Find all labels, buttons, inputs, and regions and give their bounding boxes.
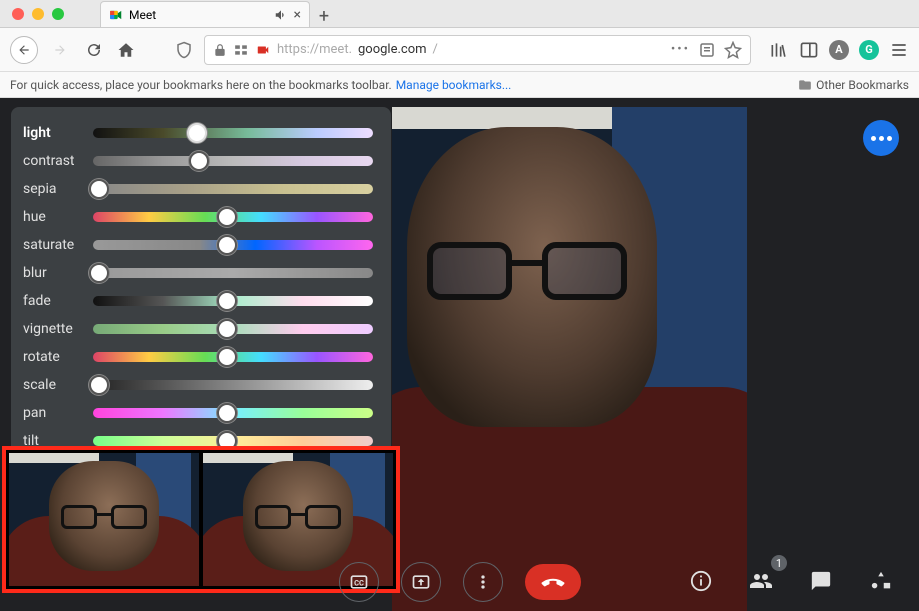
meeting-details-button[interactable]: [681, 561, 721, 601]
reader-mode-icon[interactable]: [698, 41, 716, 59]
url-bar[interactable]: https://meet. google.com / •••: [204, 35, 751, 65]
sidebar-icon[interactable]: [799, 40, 819, 60]
tab-strip: Meet × +: [0, 0, 919, 28]
lock-icon: [213, 43, 227, 57]
slider-track-fade[interactable]: [93, 296, 373, 306]
slider-track-sepia[interactable]: [93, 184, 373, 194]
slider-track-light[interactable]: [93, 128, 373, 138]
tab-title: Meet: [129, 8, 156, 22]
slider-row-saturate: saturate: [23, 231, 373, 259]
slider-track-blur[interactable]: [93, 268, 373, 278]
slider-label: scale: [23, 377, 93, 393]
slider-row-pan: pan: [23, 399, 373, 427]
slider-label: contrast: [23, 153, 93, 169]
activities-button[interactable]: [861, 561, 901, 601]
bookmarks-hint: For quick access, place your bookmarks h…: [10, 78, 392, 92]
other-bookmarks-button[interactable]: Other Bookmarks: [798, 78, 909, 92]
manage-bookmarks-link[interactable]: Manage bookmarks...: [396, 78, 512, 92]
more-button[interactable]: [463, 562, 503, 602]
meet-app: light contrast sepia hue saturate blur fade vig…: [0, 98, 919, 611]
slider-label: rotate: [23, 349, 93, 365]
slider-track-tilt[interactable]: [93, 436, 373, 446]
chat-button[interactable]: [801, 561, 841, 601]
camera-filters-panel: light contrast sepia hue saturate blur fade vig…: [11, 107, 391, 461]
slider-thumb[interactable]: [89, 179, 109, 199]
home-button[interactable]: [114, 38, 138, 62]
menu-icon[interactable]: [889, 40, 909, 60]
slider-row-scale: scale: [23, 371, 373, 399]
slider-track-rotate[interactable]: [93, 352, 373, 362]
svg-text:CC: CC: [354, 578, 364, 587]
slider-track-hue[interactable]: [93, 212, 373, 222]
slider-row-fade: fade: [23, 287, 373, 315]
slider-label: saturate: [23, 237, 93, 253]
url-host: google.com: [358, 42, 427, 57]
back-button[interactable]: [10, 36, 38, 64]
tab-audio-icon[interactable]: [274, 8, 288, 22]
meet-favicon-icon: [109, 8, 123, 22]
slider-thumb[interactable]: [217, 207, 237, 227]
bookmarks-bar: For quick access, place your bookmarks h…: [0, 72, 919, 98]
slider-row-blur: blur: [23, 259, 373, 287]
shield-icon[interactable]: [172, 38, 196, 62]
slider-row-hue: hue: [23, 203, 373, 231]
hangup-button[interactable]: [525, 564, 581, 600]
slider-row-vignette: vignette: [23, 315, 373, 343]
slider-track-pan[interactable]: [93, 408, 373, 418]
browser-tab[interactable]: Meet ×: [100, 1, 310, 27]
url-prefix: https://meet.: [277, 42, 352, 57]
slider-label: vignette: [23, 321, 93, 337]
library-icon[interactable]: [769, 40, 789, 60]
slider-thumb[interactable]: [187, 123, 207, 143]
slider-track-vignette[interactable]: [93, 324, 373, 334]
reload-button[interactable]: [82, 38, 106, 62]
slider-thumb[interactable]: [89, 263, 109, 283]
url-path: /: [433, 42, 438, 57]
participants-count-badge: 1: [771, 555, 787, 571]
participants-button[interactable]: 1: [741, 561, 781, 601]
folder-icon: [798, 78, 812, 92]
extension-icon[interactable]: G: [859, 40, 879, 60]
more-options-button[interactable]: [863, 120, 899, 156]
captions-button[interactable]: CC: [339, 562, 379, 602]
slider-row-rotate: rotate: [23, 343, 373, 371]
account-icon[interactable]: A: [829, 40, 849, 60]
slider-thumb[interactable]: [217, 347, 237, 367]
slider-thumb[interactable]: [217, 235, 237, 255]
present-button[interactable]: [401, 562, 441, 602]
window-controls: [12, 8, 64, 20]
slider-thumb[interactable]: [89, 375, 109, 395]
slider-row-light: light: [23, 119, 373, 147]
slider-label: light: [23, 125, 93, 141]
slider-thumb[interactable]: [217, 319, 237, 339]
permissions-icon[interactable]: [233, 43, 249, 57]
slider-label: pan: [23, 405, 93, 421]
minimize-window-icon[interactable]: [32, 8, 44, 20]
zoom-window-icon[interactable]: [52, 8, 64, 20]
tab-close-icon[interactable]: ×: [294, 8, 301, 22]
meet-bottom-bar: CC 1: [0, 553, 919, 611]
browser-toolbar: https://meet. google.com / ••• A G: [0, 28, 919, 72]
slider-track-contrast[interactable]: [93, 156, 373, 166]
page-actions-icon[interactable]: •••: [671, 42, 690, 57]
forward-button: [46, 36, 74, 64]
main-video-feed: [392, 107, 747, 611]
slider-row-sepia: sepia: [23, 175, 373, 203]
slider-thumb[interactable]: [217, 403, 237, 423]
slider-track-scale[interactable]: [93, 380, 373, 390]
slider-label: fade: [23, 293, 93, 309]
camera-indicator-icon[interactable]: [255, 43, 271, 57]
bookmark-star-icon[interactable]: [724, 41, 742, 59]
slider-track-saturate[interactable]: [93, 240, 373, 250]
slider-row-contrast: contrast: [23, 147, 373, 175]
slider-thumb[interactable]: [189, 151, 209, 171]
slider-label: sepia: [23, 181, 93, 197]
slider-thumb[interactable]: [217, 291, 237, 311]
slider-label: hue: [23, 209, 93, 225]
new-tab-button[interactable]: +: [310, 6, 338, 27]
slider-label: blur: [23, 265, 93, 281]
close-window-icon[interactable]: [12, 8, 24, 20]
